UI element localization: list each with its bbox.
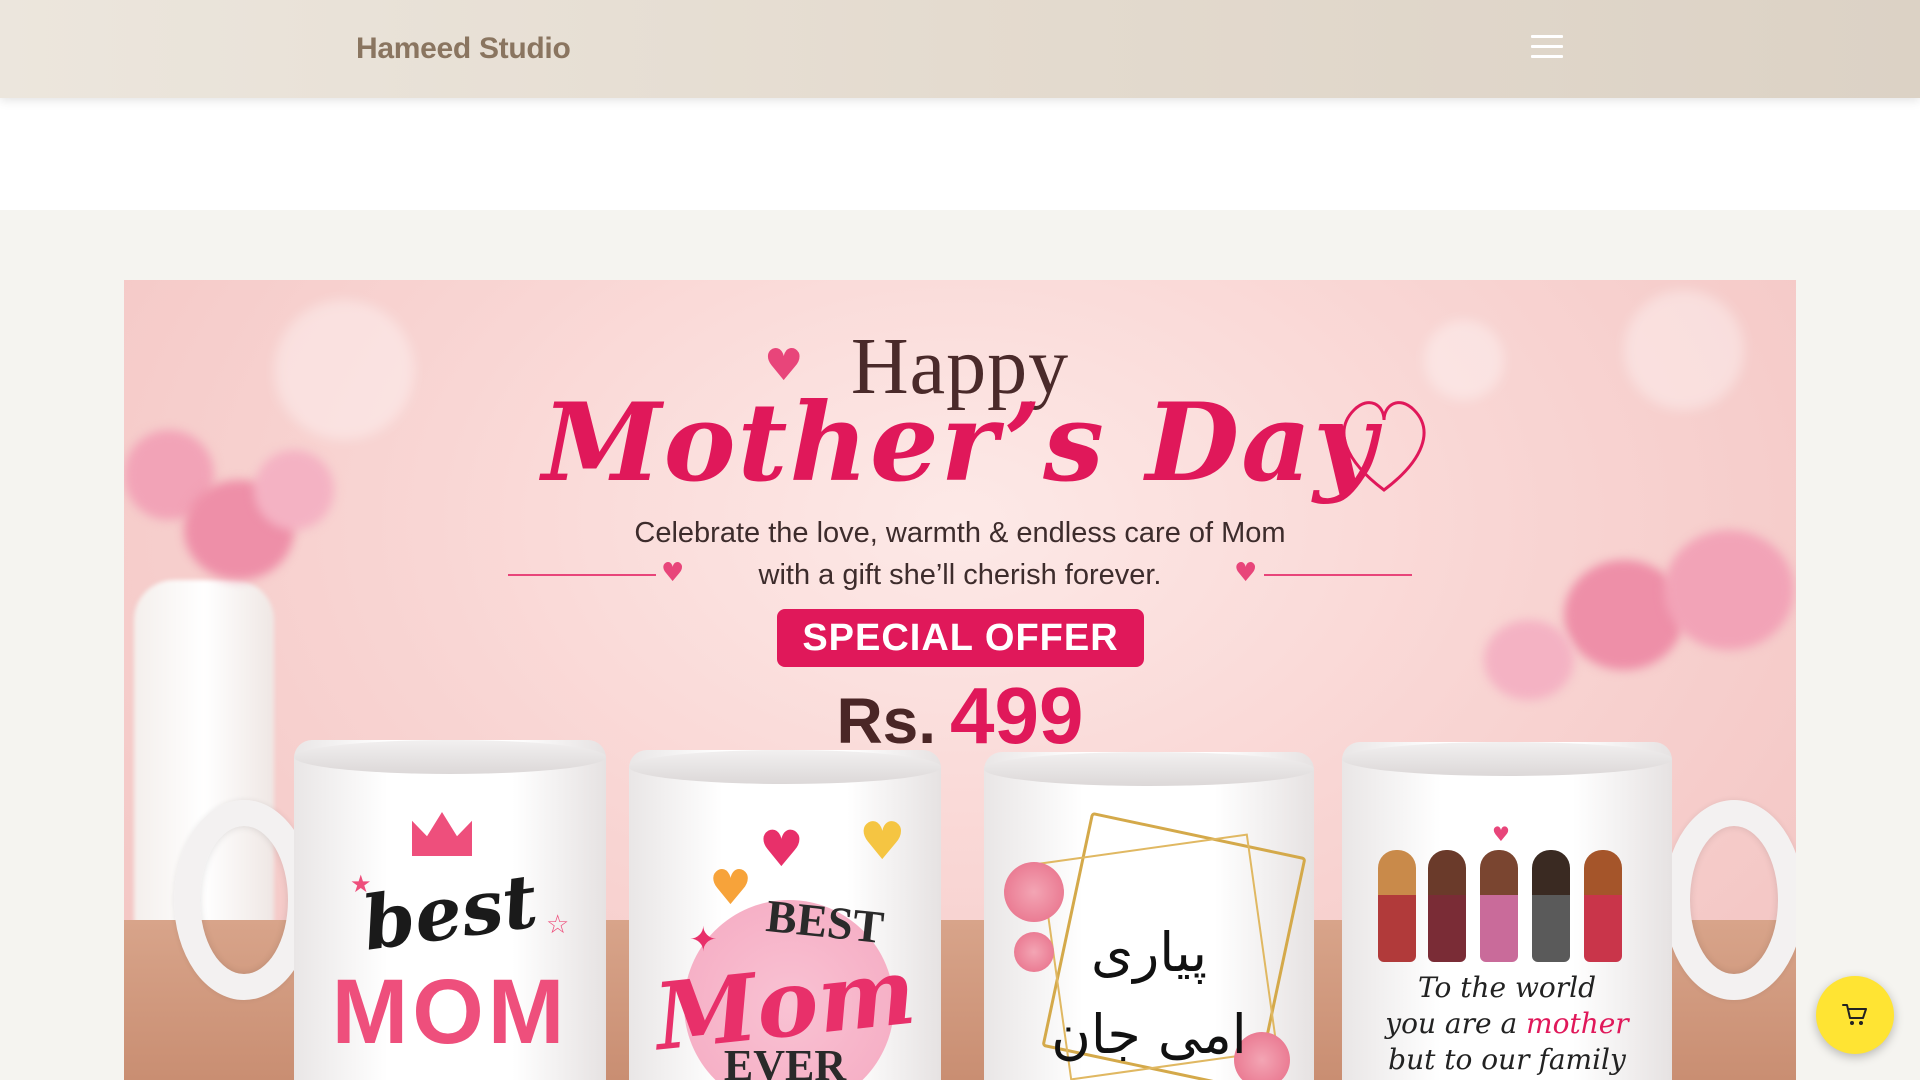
- mug-rim: [984, 752, 1314, 786]
- mug-text-urdu-line2: امی جان: [1051, 1003, 1247, 1066]
- site-header: Hameed Studio: [0, 0, 1920, 98]
- heart-icon: ♥: [1234, 558, 1258, 588]
- mug-handle: [1664, 800, 1796, 1000]
- hamburger-menu-icon[interactable]: [1531, 35, 1563, 63]
- decorative-line-left: [508, 574, 656, 576]
- tagline: Celebrate the love, warmth & endless car…: [124, 512, 1796, 596]
- shopping-cart-icon: [1842, 1004, 1867, 1025]
- mug-quote-line2-a: you are a: [1385, 1007, 1527, 1040]
- heart-icon: ♥: [1492, 822, 1510, 846]
- woman-figure: [1428, 850, 1466, 962]
- woman-figure: [1532, 850, 1570, 962]
- site-logo[interactable]: Hameed Studio: [356, 32, 571, 66]
- mug-text-mom: MOM: [331, 961, 569, 1063]
- heart-icon: ♥: [661, 558, 685, 588]
- mug-text-urdu: پیاری امی جان: [984, 912, 1314, 1076]
- mug-best-mom: ★ ☆ best MOM: [294, 740, 606, 1080]
- mug-text-ever: EVER: [723, 1041, 847, 1080]
- menu-bar: [1531, 55, 1563, 58]
- menu-bar: [1531, 35, 1563, 38]
- mothers-day-banner[interactable]: ♥ Happy Mother’s Day Celebrate the love,…: [124, 280, 1796, 1080]
- heart-icon: ♥: [859, 812, 906, 872]
- menu-bar: [1531, 45, 1563, 48]
- mug-text-quote: To the world you are a mother but to our…: [1342, 970, 1672, 1078]
- mug-quote-line2-b: mother: [1526, 1007, 1629, 1040]
- tagline-line-2: with a gift she’ll cherish forever.: [758, 559, 1162, 591]
- mug-quote-line1: To the world: [1417, 971, 1597, 1004]
- mug-quote-line2: you are a mother: [1342, 1006, 1672, 1042]
- price-amount: 499: [950, 671, 1084, 760]
- mug-best-mom-ever: ♥ ♥ ♥ ✦ BEST Mom EVER: [629, 750, 941, 1080]
- tagline-line-1: Celebrate the love, warmth & endless car…: [634, 517, 1286, 549]
- mug-handle: [174, 800, 314, 1000]
- mug-rim: [629, 750, 941, 784]
- mug-rim: [1342, 742, 1672, 776]
- mug-text-best: best: [357, 858, 543, 968]
- heart-icon: ♥: [759, 820, 804, 878]
- mug-rim: [294, 740, 606, 774]
- header-spacer: [0, 98, 1920, 210]
- family-illustration: [1378, 850, 1628, 970]
- cart-button[interactable]: [1816, 976, 1894, 1054]
- woman-figure: [1378, 850, 1416, 962]
- mug-to-the-world: ♥ To the world you are a mother but to o…: [1342, 742, 1672, 1080]
- woman-figure: [1480, 850, 1518, 962]
- woman-figure: [1584, 850, 1622, 962]
- crown-icon: [412, 812, 472, 856]
- mothers-day-heading: Mother’s Day: [542, 380, 1378, 506]
- outline-heart-icon: [1342, 401, 1426, 492]
- mug-quote-line3: but to our family: [1388, 1043, 1626, 1076]
- special-offer-badge: SPECIAL OFFER: [777, 609, 1144, 667]
- price-currency: Rs.: [836, 685, 937, 757]
- mug-pyari-ammi-jaan: پیاری امی جان: [984, 752, 1314, 1080]
- mug-text-urdu-line1: پیاری: [1090, 921, 1208, 984]
- decorative-line-right: [1264, 574, 1412, 576]
